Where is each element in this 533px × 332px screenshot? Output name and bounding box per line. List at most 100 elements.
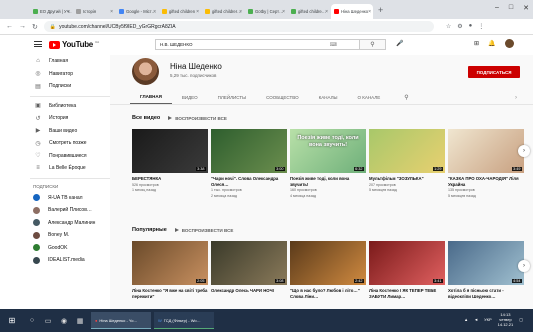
- guide-menu-icon[interactable]: [34, 41, 42, 47]
- tab-close-icon[interactable]: ×: [325, 9, 328, 15]
- browser-tab[interactable]: ЕО Другий | Уч… ×: [30, 4, 72, 19]
- video-thumbnail[interactable]: 3:08: [211, 241, 287, 285]
- sidebar-item[interactable]: ▶ Ваши видео: [0, 125, 110, 138]
- subscription-item[interactable]: IDEALIST.media: [0, 254, 110, 267]
- video-thumbnail[interactable]: 2:05: [132, 241, 208, 285]
- browser-tab[interactable]: gifted childre… ×: [288, 4, 330, 19]
- windows-start-icon[interactable]: ⊞: [0, 316, 24, 325]
- video-card[interactable]: 3:41 Ліна Костенко І ЯК ТЕПЕР ТЕБЕ ЗАБУТИ…: [369, 241, 445, 299]
- browser-tab[interactable]: Google - Міст… ×: [116, 4, 158, 19]
- video-title[interactable]: БЕРЕСТЯНКА: [132, 176, 208, 182]
- task-view-icon[interactable]: ▭: [40, 317, 56, 325]
- video-card[interactable]: 2:05 Ліна Костенко "Я вже на світі треба …: [132, 241, 208, 299]
- search-input[interactable]: Н.В. ШЕДЕНКО ⌨: [155, 39, 360, 50]
- back-icon[interactable]: ←: [6, 23, 13, 30]
- sidebar-item[interactable]: ▣ Библиотека: [0, 100, 110, 113]
- video-title[interactable]: Ліна Костенко "Я вже на світі треба пере…: [132, 288, 208, 299]
- tab-close-icon[interactable]: ×: [67, 9, 70, 15]
- sidebar-item[interactable]: ⌂ Главная: [0, 55, 110, 68]
- tab-close-icon[interactable]: ×: [196, 9, 199, 15]
- sidebar-item[interactable]: ▤ Подписки: [0, 80, 110, 93]
- reload-icon[interactable]: ↻: [32, 23, 38, 31]
- channel-tab[interactable]: О КАНАЛЕ: [348, 90, 391, 104]
- forward-icon[interactable]: →: [19, 23, 26, 30]
- keyboard-icon[interactable]: ⌨: [330, 42, 337, 48]
- sidebar-item[interactable]: ◎ Навигатор: [0, 68, 110, 81]
- video-card[interactable]: 3:49 "КАЗКА ПРО ОХА-ЧАРОДІЯ" Ліля Украйна…: [448, 129, 524, 198]
- video-card[interactable]: 1:29 Мультфільм "ЗОЗУЛЬКА" 207 просмотров 5…: [369, 129, 445, 198]
- search-icon[interactable]: ○: [24, 317, 40, 324]
- subscription-item[interactable]: GoodOK: [0, 242, 110, 255]
- video-title[interactable]: "Що в нас було? Любов і літо…" Слова Лін…: [290, 288, 366, 299]
- file-explorer-icon[interactable]: ▦: [72, 317, 88, 325]
- video-title[interactable]: Мультфільм "ЗОЗУЛЬКА": [369, 176, 445, 182]
- browser-tab[interactable]: Ніна Шеденко ×: [331, 4, 373, 19]
- video-card[interactable]: Поезія живе тоді, коли вона звучить! 6:32…: [290, 129, 366, 198]
- language-indicator[interactable]: УКР: [484, 317, 492, 322]
- video-title[interactable]: Олександр Олесь ЧАРИ НОЧІ: [211, 288, 287, 294]
- video-thumbnail[interactable]: 3:00: [211, 129, 287, 173]
- taskbar-app[interactable]: W ГСД (Фільтр) - Wo…: [154, 312, 214, 329]
- notifications-icon[interactable]: 🔔: [488, 40, 495, 48]
- browser-tab[interactable]: gifted children ×: [159, 4, 201, 19]
- tab-close-icon[interactable]: ×: [282, 9, 285, 15]
- tabs-next-icon[interactable]: ›: [515, 95, 517, 101]
- star-icon[interactable]: ☆: [446, 23, 451, 30]
- extension-icon[interactable]: ⚙: [457, 23, 462, 30]
- sidebar-item[interactable]: ♡ Понравившиеся: [0, 150, 110, 163]
- volume-icon[interactable]: ◄: [474, 317, 478, 322]
- maximize-icon[interactable]: □: [509, 4, 513, 12]
- avatar[interactable]: [504, 39, 514, 48]
- minimize-icon[interactable]: –: [495, 4, 499, 12]
- channel-tab[interactable]: СООБЩЕСТВО: [256, 90, 309, 104]
- tab-close-icon[interactable]: ×: [153, 9, 156, 15]
- clock[interactable]: 14:13 четвер 14.12.21: [498, 312, 514, 327]
- address-input[interactable]: 🔒 youtube.com/channel/UCBy5f9IED_yGrGRgcr…: [43, 21, 434, 32]
- tab-close-icon[interactable]: ×: [239, 9, 242, 15]
- notification-center-icon[interactable]: ▢: [519, 317, 523, 322]
- video-card[interactable]: 3:38 БЕРЕСТЯНКА 526 просмотров 1 месяц наза…: [132, 129, 208, 198]
- video-thumbnail[interactable]: 3:41: [369, 241, 445, 285]
- browser-tab[interactable]: gifted childrer… ×: [202, 4, 244, 19]
- channel-tab[interactable]: ПЛЕЙЛИСТЫ: [208, 90, 256, 104]
- video-title[interactable]: Поезія живе тоді, коли вона звучить!: [290, 176, 366, 187]
- shelf-next-arrow[interactable]: ›: [518, 260, 530, 272]
- video-thumbnail[interactable]: 3:49: [448, 129, 524, 173]
- video-card[interactable]: 4:54 Хотіла б я пісньою стати - відеокліп…: [448, 241, 524, 299]
- tab-close-icon[interactable]: ×: [368, 9, 371, 15]
- network-icon[interactable]: ▲: [464, 317, 468, 322]
- subscription-item[interactable]: Я-UA TB канал: [0, 192, 110, 205]
- tab-close-icon[interactable]: ×: [110, 9, 113, 15]
- sidebar-item[interactable]: ↺ История: [0, 112, 110, 125]
- menu-icon[interactable]: ⋮: [478, 23, 484, 30]
- profile-icon[interactable]: ●: [469, 23, 473, 30]
- play-all-button[interactable]: ВОСПРОИЗВЕСТИ ВСЕ: [174, 228, 233, 233]
- youtube-logo[interactable]: YouTube UA: [49, 40, 99, 49]
- channel-tab[interactable]: ВИДЕО: [172, 90, 208, 104]
- video-title[interactable]: "Чари ночі". Слова Олександра Олеся…: [211, 176, 287, 187]
- play-all-button[interactable]: ВОСПРОИЗВЕСТИ ВСЕ: [168, 116, 227, 121]
- chrome-icon[interactable]: ◉: [56, 317, 72, 325]
- channel-search-icon[interactable]: ⚲: [390, 90, 408, 104]
- microphone-icon[interactable]: 🎤: [396, 40, 403, 47]
- channel-avatar[interactable]: [132, 58, 159, 85]
- video-thumbnail[interactable]: 4:54: [448, 241, 524, 285]
- video-title[interactable]: Хотіла б я пісньою стати - відеокліпи Ше…: [448, 288, 524, 299]
- video-title[interactable]: Ліна Костенко І ЯК ТЕПЕР ТЕБЕ ЗАБУТИ Лим…: [369, 288, 445, 299]
- close-icon[interactable]: ✕: [523, 4, 529, 12]
- video-thumbnail[interactable]: Поезія живе тоді, коли вона звучить! 6:32: [290, 129, 366, 173]
- video-title[interactable]: "КАЗКА ПРО ОХА-ЧАРОДІЯ" Ліля Украйна: [448, 176, 524, 187]
- video-thumbnail[interactable]: 3:38: [132, 129, 208, 173]
- video-thumbnail[interactable]: 1:29: [369, 129, 445, 173]
- browser-tab[interactable]: Історія ×: [73, 4, 115, 19]
- channel-tab[interactable]: КАНАЛЫ: [309, 90, 348, 104]
- video-thumbnail[interactable]: 2:42: [290, 241, 366, 285]
- subscribe-button[interactable]: ПОДПИСАТЬСЯ: [468, 66, 520, 78]
- video-card[interactable]: 2:42 "Що в нас було? Любов і літо…" Слова…: [290, 241, 366, 299]
- shelf-next-arrow[interactable]: ›: [518, 145, 530, 157]
- sidebar-item[interactable]: ≡ La Belle Époque: [0, 162, 110, 175]
- video-card[interactable]: 3:08 Олександр Олесь ЧАРИ НОЧІ: [211, 241, 287, 299]
- channel-tab[interactable]: ГЛАВНАЯ: [130, 90, 172, 104]
- new-tab-button[interactable]: +: [378, 5, 383, 15]
- video-card[interactable]: 3:00 "Чари ночі". Слова Олександра Олеся……: [211, 129, 287, 198]
